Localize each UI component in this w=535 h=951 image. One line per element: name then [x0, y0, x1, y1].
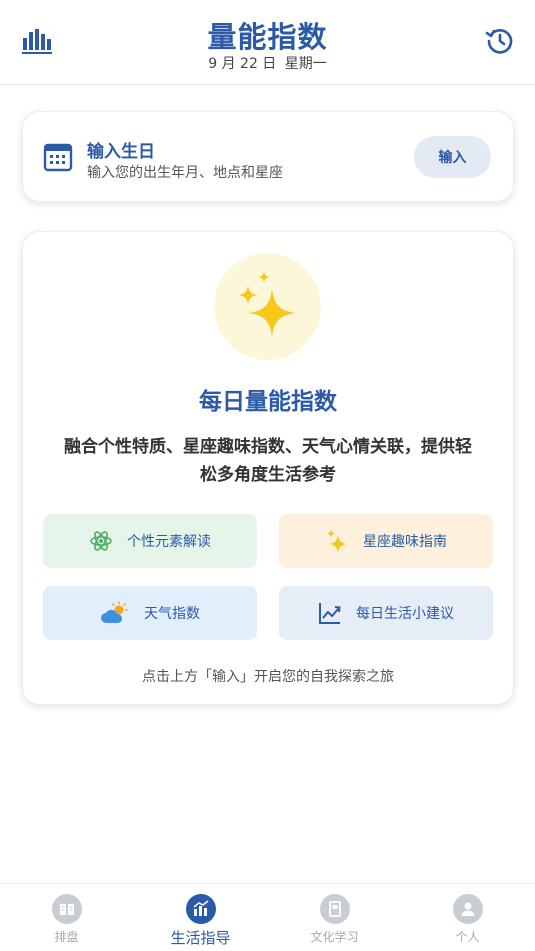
book-icon	[51, 894, 82, 924]
feature-personality[interactable]: 个性元素解读	[43, 514, 257, 568]
feature-personality-label: 个性元素解读	[127, 534, 211, 550]
trend-chart-icon	[319, 603, 341, 624]
person-icon	[452, 894, 483, 924]
feature-horoscope[interactable]: 星座趣味指南	[279, 514, 493, 568]
feature-daily-tips-label: 每日生活小建议	[356, 606, 454, 622]
bottom-tab-bar: 排盘 生活指导 文化学习 个人	[0, 883, 535, 951]
tab-culture-learning-label: 文化学习	[310, 930, 359, 944]
tab-profile-label: 个人	[455, 930, 480, 944]
document-icon	[319, 894, 350, 924]
input-card-subtitle: 输入您的出生年月、地点和星座	[87, 165, 283, 181]
input-card-title: 输入生日	[87, 142, 155, 162]
input-button[interactable]: 输入	[414, 136, 491, 178]
tab-life-guide-label: 生活指导	[170, 929, 231, 947]
sparkles-badge	[214, 253, 321, 360]
tab-culture-learning[interactable]: 文化学习	[268, 894, 401, 945]
weather-icon	[101, 601, 128, 623]
app-header: 量能指数 9 月 22 日 星期一	[0, 0, 535, 85]
card-hint: 点击上方「输入」开启您的自我探索之旅	[142, 669, 394, 685]
calendar-icon	[43, 143, 73, 172]
sparkle-icon	[327, 529, 347, 553]
feature-daily-tips[interactable]: 每日生活小建议	[279, 586, 493, 640]
daily-index-card: 每日量能指数 融合个性特质、星座趣味指数、天气心情关联，提供轻松多角度生活参考 …	[22, 231, 514, 705]
feature-weather[interactable]: 天气指数	[43, 586, 257, 640]
tab-chart-reading-label: 排盘	[54, 930, 79, 944]
history-icon[interactable]	[485, 26, 515, 56]
atom-icon	[90, 531, 112, 551]
tab-profile[interactable]: 个人	[401, 894, 534, 945]
tab-life-guide[interactable]: 生活指导	[134, 894, 267, 948]
feature-horoscope-label: 星座趣味指南	[363, 534, 447, 550]
date-label: 9 月 22 日 星期一	[0, 53, 535, 73]
feature-weather-label: 天气指数	[144, 606, 200, 622]
date-month: 9 月 22 日	[208, 56, 277, 72]
tab-chart-reading[interactable]: 排盘	[0, 894, 133, 945]
date-weekday: 星期一	[284, 56, 327, 72]
chart-icon	[185, 894, 216, 924]
page-title: 量能指数	[207, 20, 328, 54]
card-title: 每日量能指数	[199, 389, 337, 415]
card-description: 融合个性特质、星座趣味指数、天气心情关联，提供轻松多角度生活参考	[64, 437, 472, 485]
birthday-input-card: 输入生日 输入您的出生年月、地点和星座 输入	[22, 111, 514, 202]
sparkles-icon	[238, 271, 296, 337]
